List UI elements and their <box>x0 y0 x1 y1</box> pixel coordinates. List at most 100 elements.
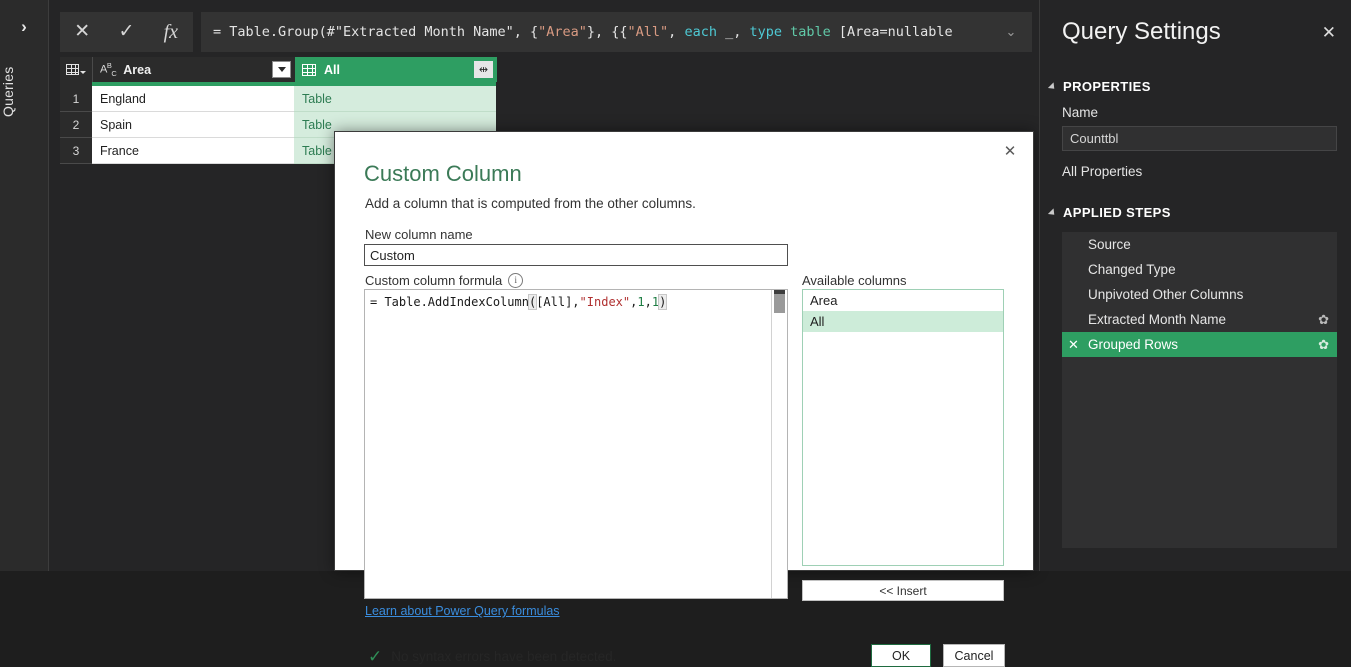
formula-seg-string-all: "All" <box>627 24 669 40</box>
formula-label-text: Custom column formula <box>365 273 503 288</box>
formula-input[interactable]: = Table.Group(#"Extracted Month Name", {… <box>201 12 1032 52</box>
collapse-triangle-icon <box>1047 207 1058 218</box>
list-item[interactable]: ✕ Unpivoted Other Columns ✿ <box>1062 282 1337 307</box>
collapse-triangle-icon <box>1047 81 1058 92</box>
syntax-status-text: No syntax errors have been detected. <box>391 649 617 664</box>
section-label: PROPERTIES <box>1063 79 1151 94</box>
query-name-input[interactable] <box>1062 126 1337 151</box>
new-column-name-label: New column name <box>365 227 473 242</box>
cc-seg-num-2: 1 <box>651 295 660 309</box>
chevron-down-icon <box>80 70 86 74</box>
list-item[interactable]: ✕ Source ✿ <box>1062 232 1337 257</box>
formula-bar-buttons: ✕ ✓ fx <box>60 12 193 52</box>
dialog-title: Custom Column <box>364 161 522 186</box>
syntax-status: ✓ No syntax errors have been detected. <box>368 648 616 665</box>
properties-section-header[interactable]: PROPERTIES <box>1047 79 1151 94</box>
column-header-area[interactable]: ABC Area <box>93 57 295 82</box>
cc-seg-num-1: 1 <box>637 295 645 309</box>
new-column-name-input[interactable] <box>364 244 788 266</box>
custom-column-formula-label: Custom column formula i <box>365 273 524 288</box>
formula-seg-6: [Area=nullable <box>830 24 953 40</box>
cc-seg-4: , <box>644 295 652 309</box>
delete-step-icon[interactable]: ✕ <box>1068 338 1084 351</box>
cell-all[interactable]: Table <box>294 86 496 112</box>
custom-column-dialog: ✕ Custom Column Add a column that is com… <box>334 131 1034 667</box>
table-type-icon <box>302 63 316 76</box>
formula-bar: ✕ ✓ fx = Table.Group(#"Extracted Month N… <box>60 12 1032 52</box>
gear-icon[interactable]: ✿ <box>1318 338 1329 351</box>
column-filter-dropdown-icon[interactable] <box>272 61 291 78</box>
custom-column-formula-text[interactable]: = Table.AddIndexColumn([All],"Index",1,1… <box>370 294 668 310</box>
list-item[interactable]: ✕ Extracted Month Name ✿ <box>1062 307 1337 332</box>
query-settings-panel: Query Settings ✕ PROPERTIES Name All Pro… <box>1039 0 1351 571</box>
section-label: APPLIED STEPS <box>1063 205 1171 220</box>
step-label: Grouped Rows <box>1088 337 1179 352</box>
available-columns-list[interactable]: Area All <box>802 289 1004 566</box>
formula-seg-string-area: "Area" <box>538 24 587 40</box>
row-number: 3 <box>60 138 92 164</box>
step-label: Changed Type <box>1088 262 1176 277</box>
cell-area[interactable]: France <box>92 138 294 164</box>
abc-text-type-icon: ABC <box>100 61 117 78</box>
column-header-all[interactable]: All ⇹ <box>295 57 497 82</box>
queries-sidebar-rail: › Queries <box>0 0 49 571</box>
applied-steps-list: ✕ Source ✿ ✕ Changed Type ✿ ✕ Unpivoted … <box>1062 232 1337 548</box>
query-settings-title: Query Settings <box>1062 18 1221 45</box>
list-item[interactable]: ✕ Changed Type ✿ <box>1062 257 1337 282</box>
formula-seg-keyword-table: table <box>790 24 831 40</box>
triangle-down-icon <box>277 67 286 72</box>
accept-formula-icon[interactable]: ✓ <box>104 12 148 52</box>
cc-seg-1: = Table.AddIndexColumn <box>370 295 529 309</box>
available-columns-label: Available columns <box>802 273 907 288</box>
formula-seg-1: = Table.Group(#"Extracted Month Name", { <box>213 24 539 40</box>
formula-seg-keyword-each: each <box>684 24 717 40</box>
chevron-down-icon[interactable]: ⌄ <box>990 24 1032 40</box>
step-label: Unpivoted Other Columns <box>1088 287 1244 302</box>
table-grid-icon <box>66 64 79 75</box>
list-item[interactable]: ✕ Grouped Rows ✿ <box>1062 332 1337 357</box>
query-name-label: Name <box>1062 105 1099 120</box>
formula-seg-2: }, {{ <box>586 24 628 40</box>
formula-seg-5 <box>782 24 790 40</box>
table-row[interactable]: 1 England Table <box>60 86 497 112</box>
dialog-subtitle: Add a column that is computed from the o… <box>365 196 696 211</box>
formula-seg-keyword-type: type <box>749 24 782 40</box>
info-icon[interactable]: i <box>508 273 524 288</box>
cc-seg-close-paren: ) <box>658 294 668 310</box>
cc-seg-string-index: "Index" <box>579 295 631 309</box>
expand-queries-icon[interactable]: › <box>0 18 48 35</box>
formula-editor-scrollbar-cap <box>774 290 785 294</box>
cancel-button[interactable]: Cancel <box>943 644 1005 667</box>
cc-seg-2: [All], <box>536 295 580 309</box>
applied-steps-section-header[interactable]: APPLIED STEPS <box>1047 205 1171 220</box>
formula-text[interactable]: = Table.Group(#"Extracted Month Name", {… <box>201 24 990 40</box>
close-icon[interactable]: ✕ <box>1322 24 1336 41</box>
column-header-label: All <box>324 62 340 77</box>
insert-column-button[interactable]: << Insert <box>802 580 1004 601</box>
learn-power-query-formulas-link[interactable]: Learn about Power Query formulas <box>365 604 560 618</box>
ok-button[interactable]: OK <box>871 644 931 667</box>
cell-area[interactable]: Spain <box>92 112 294 138</box>
row-number: 1 <box>60 86 92 112</box>
custom-column-formula-editor[interactable]: = Table.AddIndexColumn([All],"Index",1,1… <box>364 289 788 599</box>
all-properties-link[interactable]: All Properties <box>1062 164 1142 179</box>
list-item[interactable]: All <box>803 311 1003 332</box>
cancel-formula-icon[interactable]: ✕ <box>60 12 104 52</box>
advanced-editor-fx-icon[interactable]: fx <box>149 12 193 52</box>
formula-seg-3: , <box>668 24 685 40</box>
formula-editor-scrollbar[interactable] <box>771 290 787 598</box>
step-label: Extracted Month Name <box>1088 312 1227 327</box>
grid-header-row: ABC Area All ⇹ <box>60 57 497 82</box>
gear-icon[interactable]: ✿ <box>1318 313 1329 326</box>
step-label: Source <box>1088 237 1131 252</box>
cell-area[interactable]: England <box>92 86 294 112</box>
select-all-columns-icon[interactable] <box>60 57 93 82</box>
queries-panel-label[interactable]: Queries <box>0 52 48 132</box>
formula-seg-4: _, <box>716 24 750 40</box>
close-icon[interactable]: ✕ <box>995 138 1025 164</box>
column-header-label: Area <box>123 62 152 77</box>
list-item[interactable]: Area <box>803 290 1003 311</box>
row-number: 2 <box>60 112 92 138</box>
expand-columns-icon[interactable]: ⇹ <box>474 61 493 78</box>
formula-editor-scrollbar-thumb[interactable] <box>774 291 785 313</box>
